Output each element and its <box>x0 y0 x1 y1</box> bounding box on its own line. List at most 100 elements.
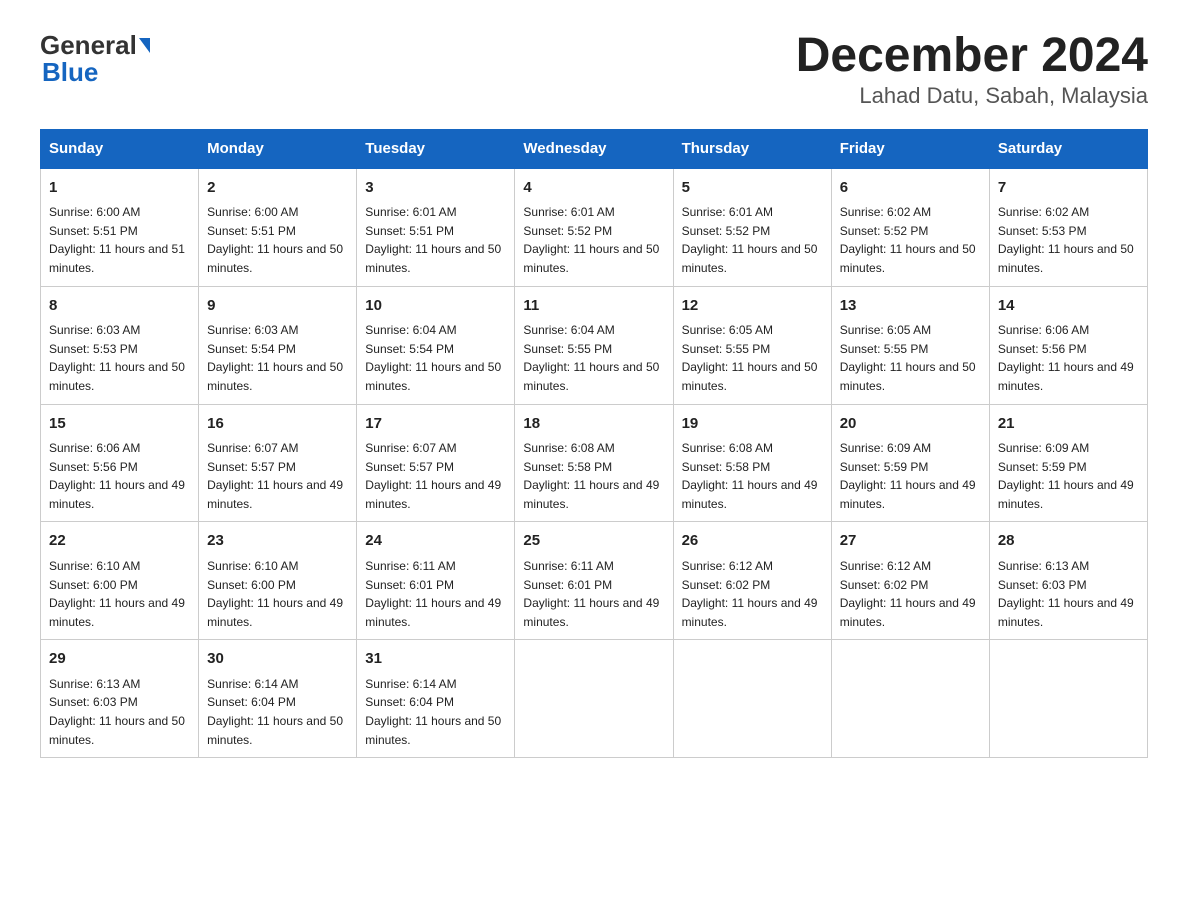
day-info: Sunrise: 6:14 AMSunset: 6:04 PMDaylight:… <box>365 675 506 749</box>
day-number: 28 <box>998 530 1139 553</box>
logo-blue: Blue <box>42 57 98 88</box>
col-header-wednesday: Wednesday <box>515 129 673 168</box>
calendar-cell: 11 Sunrise: 6:04 AMSunset: 5:55 PMDayligh… <box>515 286 673 404</box>
day-info: Sunrise: 6:04 AMSunset: 5:54 PMDaylight:… <box>365 321 506 395</box>
day-number: 13 <box>840 295 981 318</box>
calendar-cell: 14 Sunrise: 6:06 AMSunset: 5:56 PMDayligh… <box>989 286 1147 404</box>
day-info: Sunrise: 6:09 AMSunset: 5:59 PMDaylight:… <box>998 439 1139 513</box>
calendar-header-row: SundayMondayTuesdayWednesdayThursdayFrid… <box>41 129 1148 168</box>
day-number: 30 <box>207 648 348 671</box>
calendar-cell <box>831 640 989 758</box>
page-subtitle: Lahad Datu, Sabah, Malaysia <box>796 83 1148 109</box>
day-info: Sunrise: 6:07 AMSunset: 5:57 PMDaylight:… <box>365 439 506 513</box>
week-row-3: 15 Sunrise: 6:06 AMSunset: 5:56 PMDayligh… <box>41 404 1148 522</box>
day-number: 17 <box>365 413 506 436</box>
day-info: Sunrise: 6:13 AMSunset: 6:03 PMDaylight:… <box>998 557 1139 631</box>
calendar-cell: 15 Sunrise: 6:06 AMSunset: 5:56 PMDayligh… <box>41 404 199 522</box>
day-info: Sunrise: 6:08 AMSunset: 5:58 PMDaylight:… <box>682 439 823 513</box>
day-number: 21 <box>998 413 1139 436</box>
day-number: 12 <box>682 295 823 318</box>
day-number: 29 <box>49 648 190 671</box>
calendar-cell: 27Sunrise: 6:12 AMSunset: 6:02 PMDayligh… <box>831 522 989 640</box>
day-number: 14 <box>998 295 1139 318</box>
day-info: Sunrise: 6:02 AMSunset: 5:52 PMDaylight:… <box>840 203 981 277</box>
day-number: 22 <box>49 530 190 553</box>
calendar-cell: 20 Sunrise: 6:09 AMSunset: 5:59 PMDayligh… <box>831 404 989 522</box>
day-info: Sunrise: 6:10 AMSunset: 6:00 PMDaylight:… <box>207 557 348 631</box>
week-row-4: 22 Sunrise: 6:10 AMSunset: 6:00 PMDayligh… <box>41 522 1148 640</box>
calendar-cell: 5 Sunrise: 6:01 AMSunset: 5:52 PMDaylight… <box>673 168 831 286</box>
day-number: 11 <box>523 295 664 318</box>
day-number: 20 <box>840 413 981 436</box>
day-info: Sunrise: 6:14 AMSunset: 6:04 PMDaylight:… <box>207 675 348 749</box>
calendar-cell: 13 Sunrise: 6:05 AMSunset: 5:55 PMDayligh… <box>831 286 989 404</box>
day-info: Sunrise: 6:01 AMSunset: 5:52 PMDaylight:… <box>523 203 664 277</box>
day-number: 10 <box>365 295 506 318</box>
day-info: Sunrise: 6:03 AMSunset: 5:54 PMDaylight:… <box>207 321 348 395</box>
calendar-cell: 12 Sunrise: 6:05 AMSunset: 5:55 PMDayligh… <box>673 286 831 404</box>
calendar-cell: 31 Sunrise: 6:14 AMSunset: 6:04 PMDayligh… <box>357 640 515 758</box>
calendar-cell: 24 Sunrise: 6:11 AMSunset: 6:01 PMDayligh… <box>357 522 515 640</box>
day-info: Sunrise: 6:06 AMSunset: 5:56 PMDaylight:… <box>49 439 190 513</box>
page-title: December 2024 <box>796 30 1148 83</box>
day-number: 27 <box>840 530 981 553</box>
col-header-sunday: Sunday <box>41 129 199 168</box>
day-info: Sunrise: 6:01 AMSunset: 5:51 PMDaylight:… <box>365 203 506 277</box>
day-number: 5 <box>682 177 823 200</box>
day-info: Sunrise: 6:05 AMSunset: 5:55 PMDaylight:… <box>840 321 981 395</box>
day-info: Sunrise: 6:03 AMSunset: 5:53 PMDaylight:… <box>49 321 190 395</box>
calendar-cell: 3 Sunrise: 6:01 AMSunset: 5:51 PMDaylight… <box>357 168 515 286</box>
calendar-cell: 10 Sunrise: 6:04 AMSunset: 5:54 PMDayligh… <box>357 286 515 404</box>
calendar-cell: 29 Sunrise: 6:13 AMSunset: 6:03 PMDayligh… <box>41 640 199 758</box>
day-number: 4 <box>523 177 664 200</box>
day-number: 8 <box>49 295 190 318</box>
calendar-cell: 28 Sunrise: 6:13 AMSunset: 6:03 PMDayligh… <box>989 522 1147 640</box>
col-header-saturday: Saturday <box>989 129 1147 168</box>
day-info: Sunrise: 6:11 AMSunset: 6:01 PMDaylight:… <box>523 557 664 631</box>
day-number: 15 <box>49 413 190 436</box>
day-number: 25 <box>523 530 664 553</box>
day-info: Sunrise: 6:04 AMSunset: 5:55 PMDaylight:… <box>523 321 664 395</box>
calendar-body: 1 Sunrise: 6:00 AMSunset: 5:51 PMDaylight… <box>41 168 1148 758</box>
col-header-monday: Monday <box>199 129 357 168</box>
calendar-cell: 1Sunrise: 6:00 AMSunset: 5:51 PMDaylight… <box>41 168 199 286</box>
day-info: Sunrise: 6:13 AMSunset: 6:03 PMDaylight:… <box>49 675 190 749</box>
day-number: 24 <box>365 530 506 553</box>
day-info: Sunrise: 6:09 AMSunset: 5:59 PMDaylight:… <box>840 439 981 513</box>
day-info: Sunrise: 6:02 AMSunset: 5:53 PMDaylight:… <box>998 203 1139 277</box>
day-number: 9 <box>207 295 348 318</box>
calendar-cell: 25 Sunrise: 6:11 AMSunset: 6:01 PMDayligh… <box>515 522 673 640</box>
calendar-cell: 23Sunrise: 6:10 AMSunset: 6:00 PMDayligh… <box>199 522 357 640</box>
logo: General Blue <box>40 30 151 88</box>
day-info: Sunrise: 6:06 AMSunset: 5:56 PMDaylight:… <box>998 321 1139 395</box>
day-info: Sunrise: 6:05 AMSunset: 5:55 PMDaylight:… <box>682 321 823 395</box>
col-header-friday: Friday <box>831 129 989 168</box>
calendar-cell: 9 Sunrise: 6:03 AMSunset: 5:54 PMDaylight… <box>199 286 357 404</box>
day-number: 7 <box>998 177 1139 200</box>
day-number: 16 <box>207 413 348 436</box>
day-info: Sunrise: 6:11 AMSunset: 6:01 PMDaylight:… <box>365 557 506 631</box>
day-info: Sunrise: 6:10 AMSunset: 6:00 PMDaylight:… <box>49 557 190 631</box>
day-number: 19 <box>682 413 823 436</box>
day-info: Sunrise: 6:00 AMSunset: 5:51 PMDaylight:… <box>207 203 348 277</box>
day-number: 31 <box>365 648 506 671</box>
day-info: Sunrise: 6:01 AMSunset: 5:52 PMDaylight:… <box>682 203 823 277</box>
week-row-5: 29 Sunrise: 6:13 AMSunset: 6:03 PMDayligh… <box>41 640 1148 758</box>
page-header: General Blue December 2024 Lahad Datu, S… <box>40 30 1148 109</box>
calendar-cell: 17 Sunrise: 6:07 AMSunset: 5:57 PMDayligh… <box>357 404 515 522</box>
calendar-cell: 26 Sunrise: 6:12 AMSunset: 6:02 PMDayligh… <box>673 522 831 640</box>
day-number: 26 <box>682 530 823 553</box>
calendar-cell: 21 Sunrise: 6:09 AMSunset: 5:59 PMDayligh… <box>989 404 1147 522</box>
day-number: 3 <box>365 177 506 200</box>
day-info: Sunrise: 6:08 AMSunset: 5:58 PMDaylight:… <box>523 439 664 513</box>
week-row-2: 8 Sunrise: 6:03 AMSunset: 5:53 PMDaylight… <box>41 286 1148 404</box>
day-number: 18 <box>523 413 664 436</box>
calendar-cell: 18 Sunrise: 6:08 AMSunset: 5:58 PMDayligh… <box>515 404 673 522</box>
day-number: 6 <box>840 177 981 200</box>
calendar-cell: 7 Sunrise: 6:02 AMSunset: 5:53 PMDaylight… <box>989 168 1147 286</box>
calendar-cell: 19 Sunrise: 6:08 AMSunset: 5:58 PMDayligh… <box>673 404 831 522</box>
day-number: 1 <box>49 177 190 200</box>
calendar-cell <box>989 640 1147 758</box>
col-header-thursday: Thursday <box>673 129 831 168</box>
day-info: Sunrise: 6:12 AMSunset: 6:02 PMDaylight:… <box>682 557 823 631</box>
